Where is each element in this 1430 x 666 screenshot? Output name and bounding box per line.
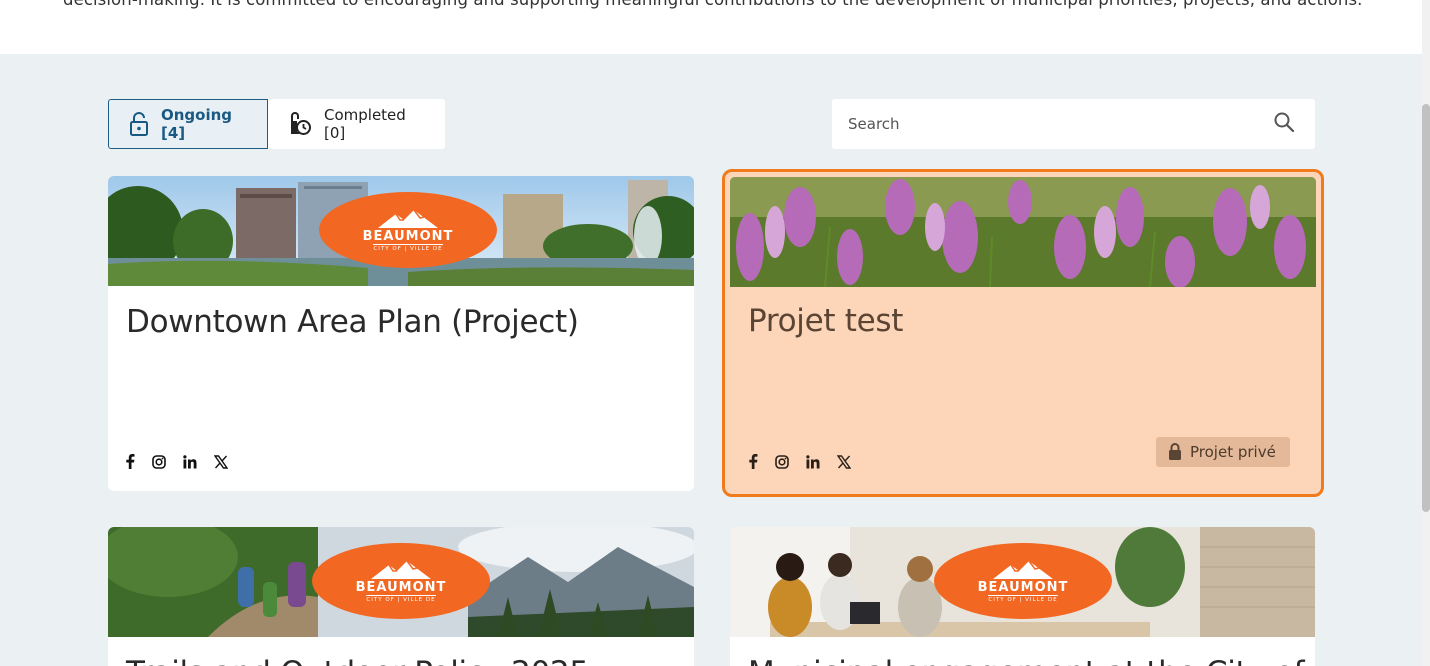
scrollbar-thumb[interactable] — [1422, 104, 1430, 512]
beaumont-logo: BEAUMONT CITY OF | VILLE DE — [312, 543, 490, 619]
tab-completed[interactable]: Completed [0] — [268, 99, 445, 149]
card-title[interactable]: Downtown Area Plan (Project) — [126, 304, 579, 340]
card-image-trail: BEAUMONT CITY OF | VILLE DE — [108, 527, 694, 637]
logo-subtitle: CITY OF | VILLE DE — [373, 243, 443, 252]
card-title[interactable]: Trails and Outdoor Policy 2025 — [126, 655, 589, 666]
logo-name: BEAUMONT — [362, 228, 454, 244]
project-card-municipal[interactable]: BEAUMONT CITY OF | VILLE DE Municipal en… — [730, 527, 1315, 666]
card-image-flowers — [730, 177, 1316, 287]
mountain-logo-icon — [993, 560, 1053, 579]
project-card-downtown[interactable]: BEAUMONT CITY OF | VILLE DE Downtown Are… — [108, 176, 694, 491]
logo-subtitle: CITY OF | VILLE DE — [988, 594, 1058, 603]
clock-archive-icon — [288, 112, 312, 136]
social-links — [125, 454, 228, 469]
beaumont-logo: BEAUMONT CITY OF | VILLE DE — [934, 543, 1112, 619]
status-tabs: Ongoing [4] Completed [0] — [108, 99, 445, 149]
search-input[interactable] — [846, 114, 1273, 134]
linkedin-icon[interactable] — [806, 454, 820, 469]
social-links — [748, 454, 851, 469]
mountain-logo-icon — [378, 209, 438, 228]
private-project-badge: Projet privé — [1156, 437, 1290, 467]
project-card-trails[interactable]: BEAUMONT CITY OF | VILLE DE Trails and O… — [108, 527, 694, 666]
logo-subtitle: CITY OF | VILLE DE — [366, 594, 436, 603]
facebook-icon[interactable] — [748, 454, 758, 469]
linkedin-icon[interactable] — [183, 454, 197, 469]
card-title[interactable]: Projet test — [748, 303, 903, 339]
tab-ongoing[interactable]: Ongoing [4] — [108, 99, 268, 149]
mountain-logo-icon — [371, 560, 431, 579]
x-icon[interactable] — [214, 454, 228, 469]
logo-name: BEAUMONT — [977, 579, 1069, 595]
page: decision-making. It is committed to enco… — [0, 0, 1430, 666]
instagram-icon[interactable] — [152, 454, 166, 469]
beaumont-logo: BEAUMONT CITY OF | VILLE DE — [319, 192, 497, 268]
tab-completed-label: Completed [0] — [324, 106, 406, 142]
card-image-office: BEAUMONT CITY OF | VILLE DE — [730, 527, 1315, 637]
x-icon[interactable] — [837, 454, 851, 469]
badge-label: Projet privé — [1190, 443, 1276, 461]
tab-ongoing-label: Ongoing [4] — [161, 106, 233, 142]
card-image-downtown: BEAUMONT CITY OF | VILLE DE — [108, 176, 694, 286]
logo-name: BEAUMONT — [355, 579, 447, 595]
intro-text: decision-making. It is committed to enco… — [63, 0, 1363, 9]
intro-section: decision-making. It is committed to enco… — [0, 0, 1422, 54]
search-icon[interactable] — [1273, 111, 1295, 137]
search-box — [832, 99, 1315, 149]
instagram-icon[interactable] — [775, 454, 789, 469]
facebook-icon[interactable] — [125, 454, 135, 469]
project-card-projet-test[interactable]: Projet test Projet privé — [722, 169, 1324, 497]
lock-icon — [1168, 443, 1182, 461]
unlock-icon — [129, 112, 149, 136]
card-title[interactable]: Municipal engagement at the City of — [748, 655, 1305, 666]
